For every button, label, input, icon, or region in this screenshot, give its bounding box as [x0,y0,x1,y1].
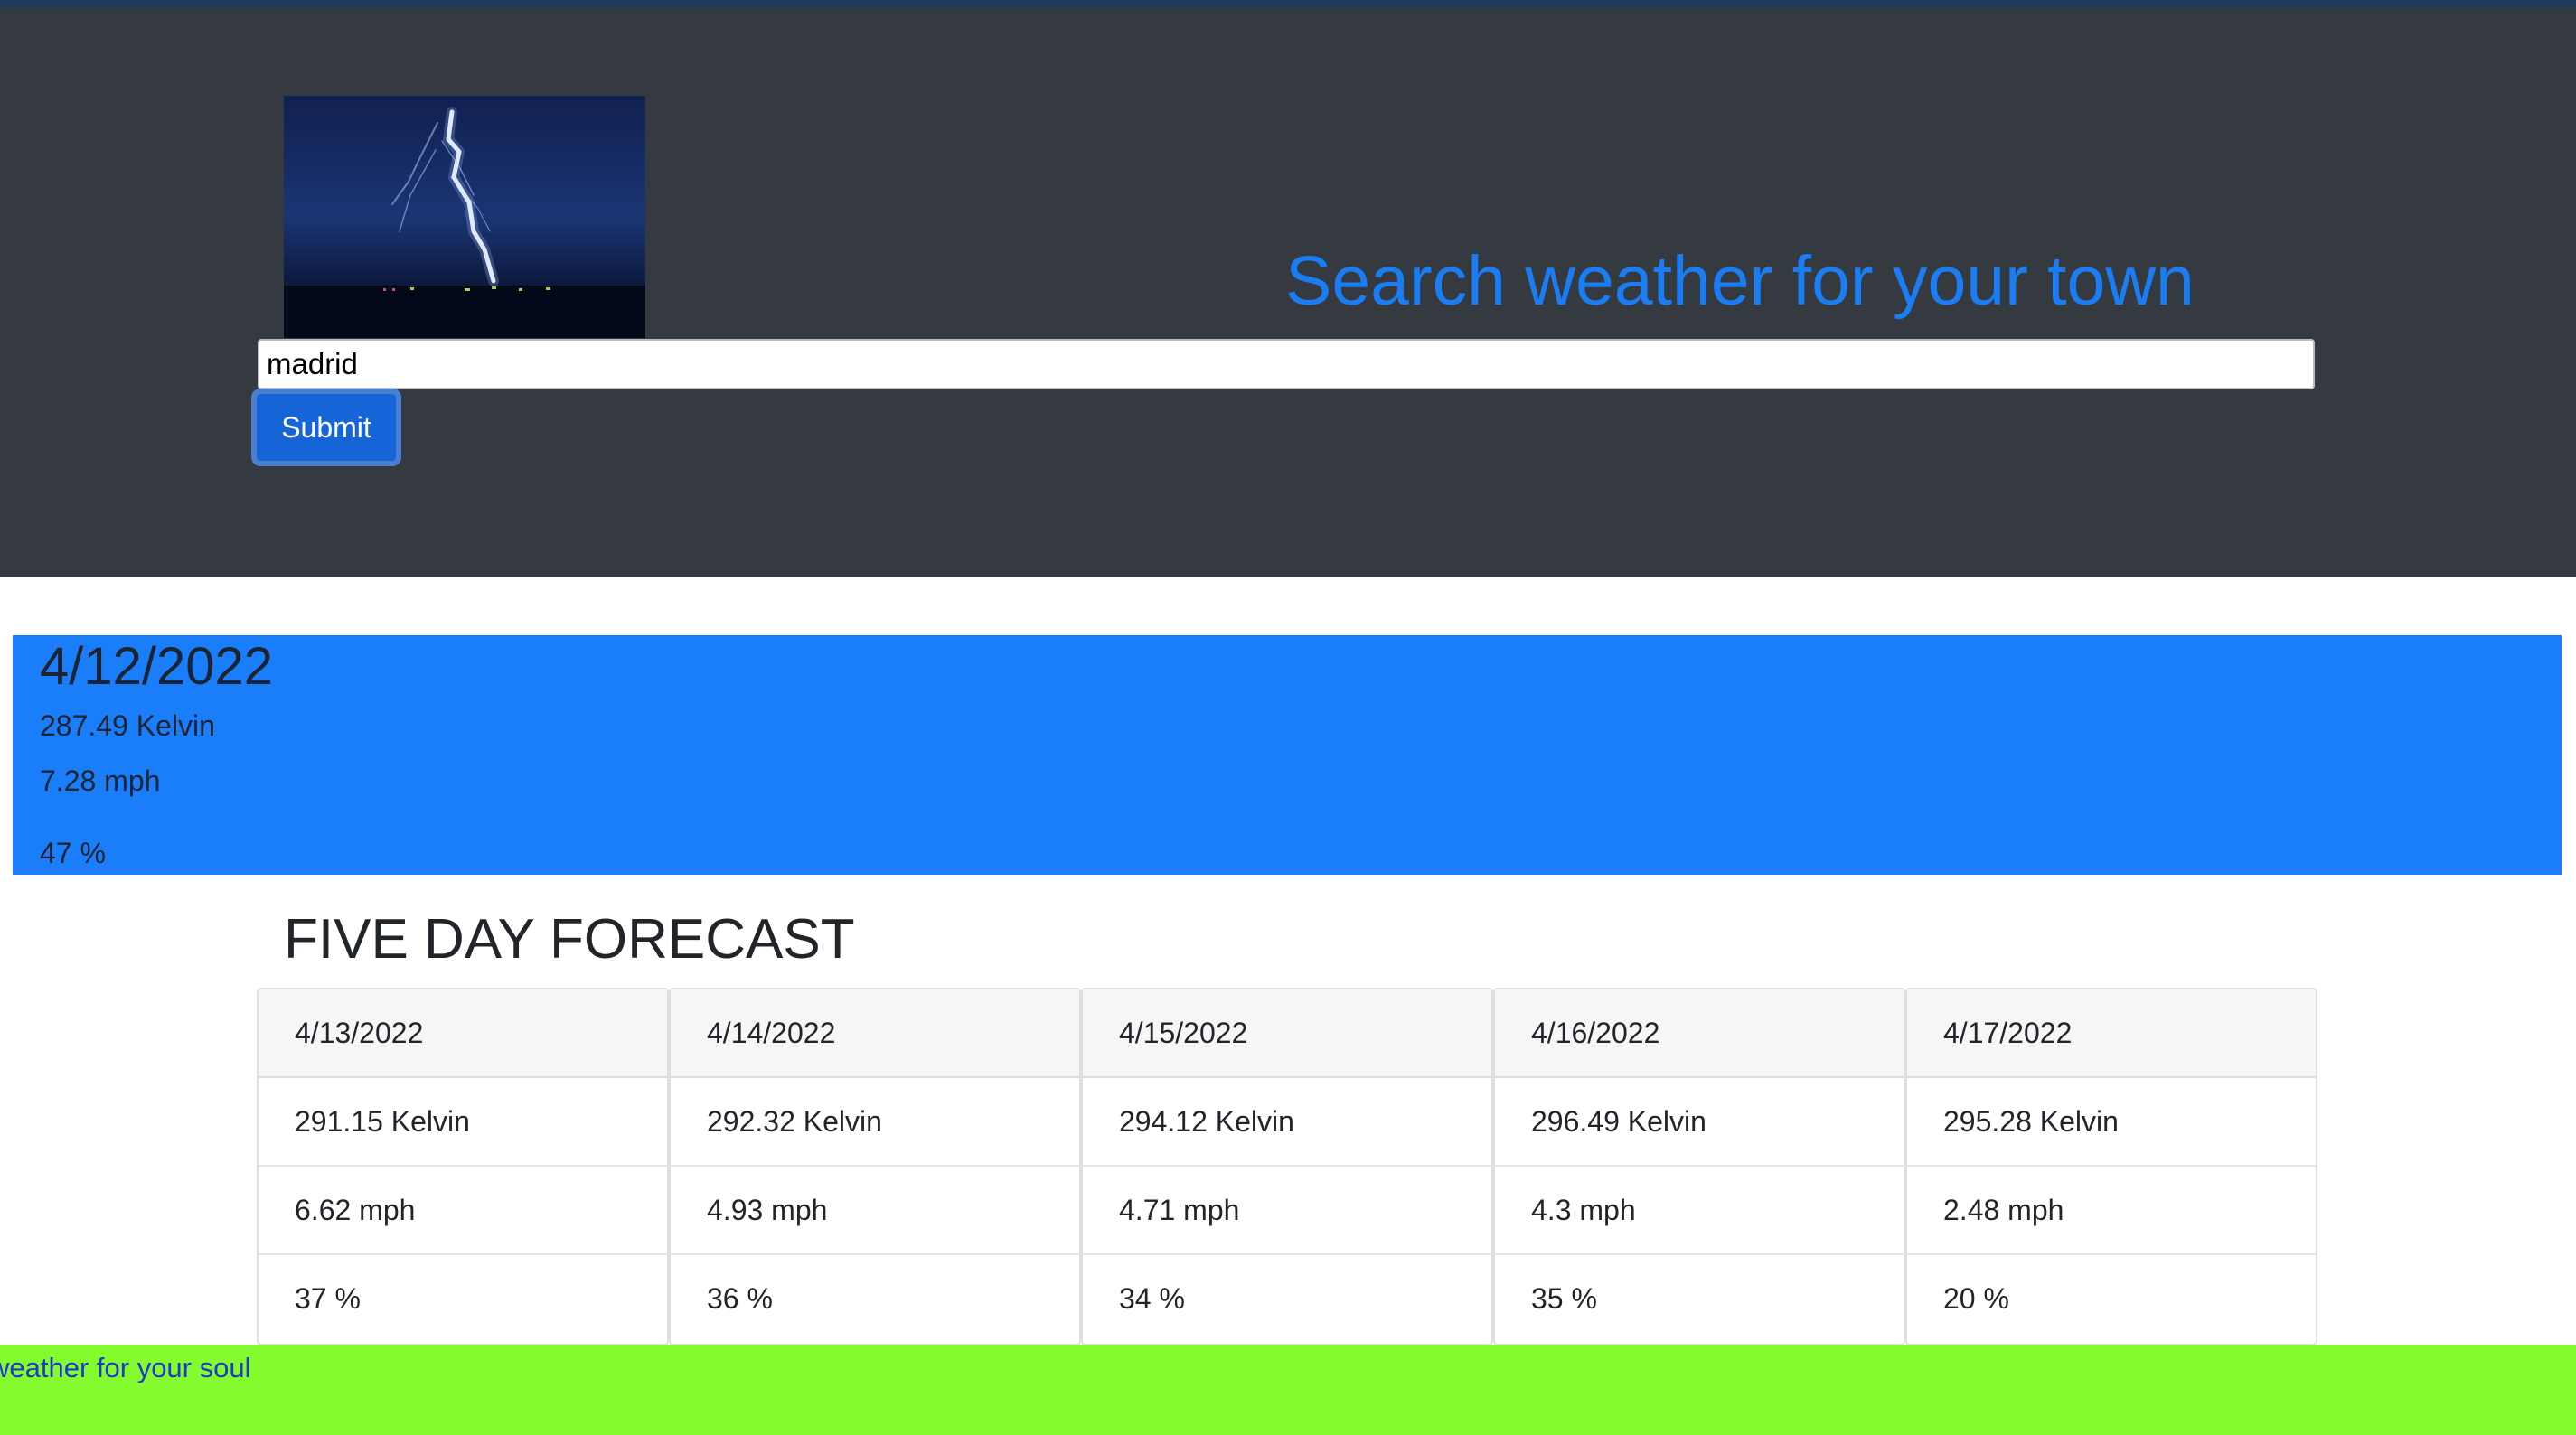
forecast-wind: 6.62 mph [259,1167,667,1255]
forecast-humidity: 37 % [295,1282,361,1315]
current-temperature: 287.49 Kelvin [40,709,215,742]
forecast-date: 4/15/2022 [1083,989,1491,1078]
lightning-icon [284,96,645,338]
current-wind: 7.28 mph [40,764,161,797]
submit-button[interactable]: Submit [251,389,401,466]
forecast-date: 4/14/2022 [671,989,1079,1078]
city-search-input[interactable] [258,339,2315,389]
forecast-card: 4/14/2022 292.32 Kelvin 4.93 mph 36 % [669,988,1081,1346]
forecast-temperature: 292.32 Kelvin [671,1078,1079,1167]
forecast-heading: FIVE DAY FORECAST [284,908,855,971]
current-date: 4/12/2022 [40,637,274,696]
footer-tagline: weather for your soul [0,1352,251,1383]
forecast-temperature: 291.15 Kelvin [259,1078,667,1167]
forecast-date: 4/13/2022 [259,989,667,1078]
forecast-temperature: 294.12 Kelvin [1083,1078,1491,1167]
forecast-temperature: 295.28 Kelvin [1907,1078,2316,1167]
lightning-image [284,96,645,338]
forecast-cards: 4/13/2022 291.15 Kelvin 6.62 mph 37 % 4/… [257,988,2317,1346]
top-accent-line [0,0,2576,8]
forecast-card: 4/15/2022 294.12 Kelvin 4.71 mph 34 % [1081,988,1493,1346]
forecast-card: 4/16/2022 296.49 Kelvin 4.3 mph 35 % [1493,988,1905,1346]
forecast-humidity: 36 % [707,1282,773,1315]
forecast-wind: 4.93 mph [671,1167,1079,1255]
forecast-card: 4/17/2022 295.28 Kelvin 2.48 mph 20 % [1905,988,2317,1346]
forecast-temperature: 296.49 Kelvin [1495,1078,1904,1167]
forecast-wind: 2.48 mph [1907,1167,2316,1255]
page-title: Search weather for your town [1285,242,2195,320]
forecast-humidity: 34 % [1119,1282,1185,1315]
current-humidity: 47 % [40,837,106,869]
forecast-humidity: 35 % [1531,1282,1597,1315]
forecast-date: 4/16/2022 [1495,989,1904,1078]
forecast-wind: 4.71 mph [1083,1167,1491,1255]
forecast-card: 4/13/2022 291.15 Kelvin 6.62 mph 37 % [257,988,669,1346]
forecast-date: 4/17/2022 [1907,989,2316,1078]
forecast-humidity: 20 % [1943,1282,2009,1315]
current-weather-panel: 4/12/2022 287.49 Kelvin 7.28 mph 47 % [13,635,2562,875]
footer: weather for your soul [0,1345,2576,1435]
forecast-wind: 4.3 mph [1495,1167,1904,1255]
